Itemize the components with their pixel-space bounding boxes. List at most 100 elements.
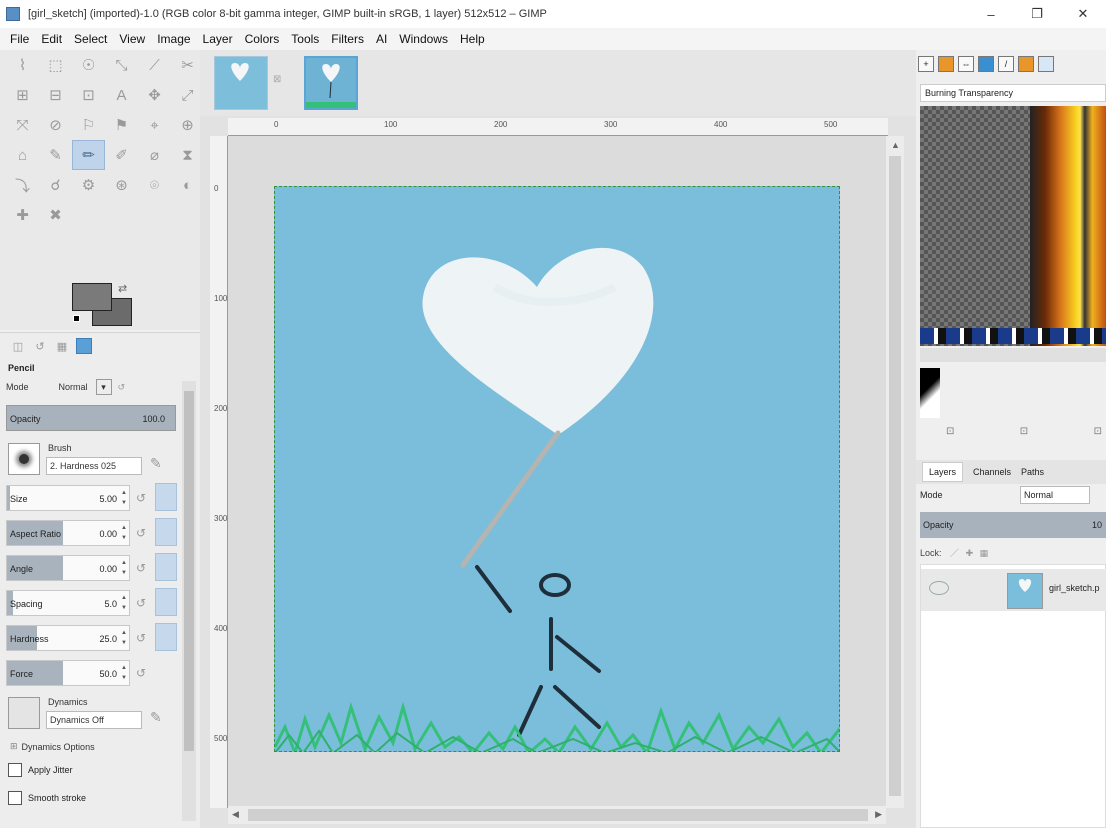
brush-preview[interactable]: [8, 443, 40, 475]
scroll-up-icon[interactable]: ▲: [891, 140, 900, 150]
menu-image[interactable]: Image: [151, 32, 196, 46]
canvas-vscroll-thumb[interactable]: [889, 156, 901, 796]
tool-bucket-icon[interactable]: ⌂: [6, 140, 39, 170]
tool-ellipse-select-icon[interactable]: ☉: [72, 50, 105, 80]
device-status-tab-icon[interactable]: ◫: [10, 338, 26, 354]
canvas-hscroll-thumb[interactable]: [248, 809, 868, 821]
tool-options-tab-icon[interactable]: [76, 338, 92, 354]
tab-channels[interactable]: Channels: [973, 467, 1011, 477]
dynamics-options-expander[interactable]: ⊞ Dynamics Options: [10, 741, 95, 752]
dynamics-field[interactable]: Dynamics Off: [46, 711, 142, 729]
horizontal-ruler[interactable]: 0 100 200 300 400 500: [228, 118, 888, 136]
tool-options-scrollbar[interactable]: [182, 381, 196, 821]
tool-color-picker-icon[interactable]: ✖: [39, 200, 72, 230]
swap-colors-icon[interactable]: ⇄: [118, 282, 127, 295]
tool-options-scroll-thumb[interactable]: [184, 391, 194, 751]
hardness-spin-icon[interactable]: ▲ ▼: [120, 628, 128, 648]
tool-heal-icon[interactable]: ☌: [39, 170, 72, 200]
size-spin-icon[interactable]: ▲ ▼: [120, 488, 128, 508]
fonts-tab-icon[interactable]: [978, 56, 994, 72]
tool-eraser-icon[interactable]: ⌀: [138, 140, 171, 170]
tool-ink-icon[interactable]: ⌾: [138, 170, 171, 200]
minimize-button[interactable]: –: [968, 0, 1014, 28]
tab-paths[interactable]: Paths: [1021, 467, 1044, 477]
tool-crop-icon[interactable]: ⊞: [6, 80, 39, 110]
hardness-reset-icon[interactable]: ↺: [136, 631, 150, 645]
layer-opacity-slider[interactable]: Opacity 10: [920, 512, 1106, 538]
angle-spin-icon[interactable]: ▲ ▼: [120, 558, 128, 578]
gradient-preview[interactable]: [920, 106, 1106, 346]
force-slider[interactable]: Force 50.0 ▲ ▼: [6, 660, 130, 686]
menu-file[interactable]: File: [0, 32, 35, 46]
tool-dodge-icon[interactable]: ⚙: [72, 170, 105, 200]
menu-tools[interactable]: Tools: [285, 32, 325, 46]
tab-layers[interactable]: Layers: [922, 462, 964, 482]
maximize-button[interactable]: ❐: [1014, 0, 1060, 28]
menu-view[interactable]: View: [113, 32, 151, 46]
tool-cage-icon[interactable]: ⚑: [105, 110, 138, 140]
tool-text-icon[interactable]: A: [105, 80, 138, 110]
patterns-tab-icon[interactable]: ⇔: [958, 56, 974, 72]
mode-reset-icon[interactable]: ↺: [118, 382, 126, 393]
menu-edit[interactable]: Edit: [35, 32, 68, 46]
gradient-name-field[interactable]: Burning Transparency: [920, 84, 1106, 102]
brushes-tab-icon[interactable]: [938, 56, 954, 72]
mode-select[interactable]: Normal: [59, 382, 88, 392]
force-spin-icon[interactable]: ▲ ▼: [120, 663, 128, 683]
tool-paths-icon[interactable]: ✚: [6, 200, 39, 230]
images-tab-icon[interactable]: ▦: [54, 338, 70, 354]
spacing-spin-icon[interactable]: ▲ ▼: [120, 593, 128, 613]
menu-filters[interactable]: Filters: [325, 32, 370, 46]
palettes-tab-icon[interactable]: [1018, 56, 1034, 72]
menu-help[interactable]: Help: [454, 32, 491, 46]
gradient-edit-icon[interactable]: ⊡: [946, 426, 954, 437]
aspect-link-button[interactable]: [155, 518, 177, 546]
aspect-spin-icon[interactable]: ▲ ▼: [120, 523, 128, 543]
tool-pencil-icon[interactable]: ✏: [72, 140, 105, 170]
smooth-stroke-checkbox[interactable]: [8, 791, 22, 805]
gradient-duplicate-icon[interactable]: ⊡: [1094, 426, 1102, 437]
brush-edit-icon[interactable]: ✎: [150, 455, 170, 475]
add-tab-icon[interactable]: +: [918, 56, 934, 72]
canvas-horizontal-scrollbar[interactable]: ◀ ▶: [228, 806, 886, 824]
apply-jitter-checkbox[interactable]: [8, 763, 22, 777]
tool-transform-icon[interactable]: ⤡: [105, 50, 138, 80]
undo-history-tab-icon[interactable]: ↺: [32, 338, 48, 354]
tool-measure-icon[interactable]: ⟋: [138, 50, 171, 80]
dynamics-edit-icon[interactable]: ✎: [150, 709, 170, 729]
lock-alpha-icon[interactable]: ▦: [980, 548, 989, 558]
tool-warp-icon[interactable]: ⚐: [72, 110, 105, 140]
layer-name[interactable]: girl_sketch.p: [1049, 583, 1100, 593]
hardness-slider[interactable]: Hardness 25.0 ▲ ▼: [6, 625, 130, 651]
opacity-slider[interactable]: Opacity 100.0: [6, 405, 176, 431]
size-link-button[interactable]: [155, 483, 177, 511]
tool-perspective-icon[interactable]: ⌖: [138, 110, 171, 140]
menu-select[interactable]: Select: [68, 32, 113, 46]
layer-mode-select[interactable]: Normal: [1020, 486, 1090, 504]
menu-layer[interactable]: Layer: [197, 32, 239, 46]
menu-ai[interactable]: AI: [370, 32, 393, 46]
tool-blur-icon[interactable]: ⊛: [105, 170, 138, 200]
aspect-ratio-slider[interactable]: Aspect Ratio 0.00 ▲ ▼: [6, 520, 130, 546]
spacing-link-button[interactable]: [155, 588, 177, 616]
scroll-right-icon[interactable]: ▶: [875, 809, 882, 820]
brush-name-field[interactable]: 2. Hardness 025: [46, 457, 142, 475]
spacing-slider[interactable]: Spacing 5.0 ▲ ▼: [6, 590, 130, 616]
tool-paintbrush-icon[interactable]: ✎: [39, 140, 72, 170]
visibility-eye-icon[interactable]: [929, 581, 949, 595]
tool-fuzzy-select-icon[interactable]: ⊡: [72, 80, 105, 110]
gradient-scrollbar[interactable]: [920, 348, 1106, 362]
tool-rect-select-icon[interactable]: ⬚: [39, 50, 72, 80]
lock-position-icon[interactable]: ✚: [966, 548, 974, 558]
force-reset-icon[interactable]: ↺: [136, 666, 150, 680]
dynamics-preview[interactable]: [8, 697, 40, 729]
size-reset-icon[interactable]: ↺: [136, 491, 150, 505]
aspect-reset-icon[interactable]: ↺: [136, 526, 150, 540]
canvas-vertical-scrollbar[interactable]: ▲: [886, 136, 904, 808]
gradient-list-strip[interactable]: [920, 328, 1106, 344]
gradients-tab-icon[interactable]: [1038, 56, 1054, 72]
tool-move-icon[interactable]: ✥: [138, 80, 171, 110]
image-tab-1[interactable]: [214, 56, 268, 110]
scroll-left-icon[interactable]: ◀: [232, 809, 239, 820]
size-slider[interactable]: Size 5.00 ▲ ▼: [6, 485, 130, 511]
